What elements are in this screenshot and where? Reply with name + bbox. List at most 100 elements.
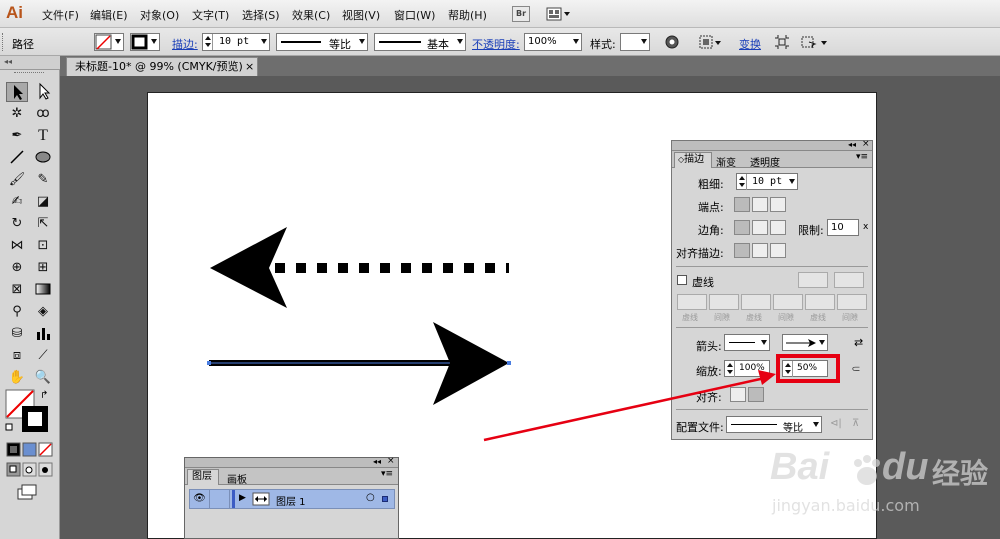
- layer-expand-icon[interactable]: ▶: [239, 493, 246, 503]
- selection-indicator[interactable]: [382, 496, 388, 502]
- dashed-line-checkbox[interactable]: [677, 275, 687, 285]
- lock-toggle[interactable]: [210, 490, 230, 508]
- draw-mode-buttons[interactable]: [6, 462, 54, 478]
- align-dash-button[interactable]: [834, 272, 864, 288]
- end-scale-field[interactable]: 50%: [782, 360, 828, 377]
- mesh-tool-icon[interactable]: ⊠: [6, 280, 28, 300]
- arrange-documents-button[interactable]: [546, 6, 572, 22]
- layers-panel-collapse-icon[interactable]: ◂◂: [373, 457, 381, 466]
- line-tool-icon[interactable]: [6, 148, 28, 168]
- blend-tool-icon[interactable]: ◈: [32, 302, 54, 322]
- dash-field-1[interactable]: [677, 294, 707, 310]
- tab-transparency[interactable]: 透明度: [750, 154, 780, 169]
- type-tool-icon[interactable]: T: [32, 126, 54, 146]
- symbol-sprayer-tool-icon[interactable]: ⛁: [6, 324, 28, 344]
- graphic-style-dropdown[interactable]: [620, 33, 650, 51]
- align-options-button[interactable]: [698, 33, 724, 51]
- scale-tool-icon[interactable]: ⇱: [32, 214, 54, 234]
- solid-arrow-right[interactable]: [207, 322, 511, 405]
- layers-panel-close-icon[interactable]: ×: [387, 456, 395, 466]
- magic-wand-tool-icon[interactable]: ✲: [6, 104, 28, 124]
- miter-join-button[interactable]: [734, 220, 750, 235]
- screen-mode-button[interactable]: [16, 484, 40, 500]
- eyedropper-tool-icon[interactable]: ⚲: [6, 302, 28, 322]
- stroke-link[interactable]: 描边:: [172, 36, 198, 52]
- gap-field-1[interactable]: [709, 294, 739, 310]
- dashed-arrow-left[interactable]: [210, 227, 509, 308]
- preserve-dash-button[interactable]: [798, 272, 828, 288]
- shape-builder-tool-icon[interactable]: ⊕: [6, 258, 28, 278]
- free-transform-tool-icon[interactable]: ⊡: [32, 236, 54, 256]
- gap-field-2[interactable]: [773, 294, 803, 310]
- gap-field-3[interactable]: [837, 294, 867, 310]
- paintbrush-tool-icon[interactable]: 🖌: [6, 170, 28, 190]
- visibility-eye-icon[interactable]: 👁: [190, 490, 210, 508]
- variable-width-profile-dropdown[interactable]: 等比: [276, 33, 368, 51]
- more-options-button[interactable]: [800, 33, 830, 51]
- tab-gradient[interactable]: 渐变: [716, 154, 736, 169]
- end-arrowhead-dropdown[interactable]: [782, 334, 828, 351]
- layer-target-icon[interactable]: ○: [366, 492, 375, 503]
- layers-panel-titlebar[interactable]: ◂◂ ×: [185, 456, 398, 468]
- layers-panel-menu-icon[interactable]: ▾≡: [381, 469, 393, 479]
- menu-select[interactable]: 选择(S): [242, 7, 280, 23]
- round-join-button[interactable]: [752, 220, 768, 235]
- stroke-panel-titlebar[interactable]: ◂◂ ×: [672, 139, 872, 151]
- hand-tool-icon[interactable]: ✋: [6, 368, 28, 388]
- align-center-button[interactable]: [734, 243, 750, 258]
- menu-effect[interactable]: 效果(C): [292, 7, 330, 23]
- menu-view[interactable]: 视图(V): [342, 7, 380, 23]
- tab-artboards[interactable]: 画板: [227, 471, 247, 486]
- link-scale-icon[interactable]: ⸦: [850, 360, 862, 377]
- selection-tool-icon[interactable]: [6, 82, 28, 102]
- pencil-tool-icon[interactable]: ✎: [32, 170, 54, 190]
- direct-selection-tool-icon[interactable]: [32, 82, 54, 102]
- zoom-tool-icon[interactable]: 🔍: [32, 368, 54, 388]
- artboard-tool-icon[interactable]: ⧈: [6, 346, 28, 366]
- recolor-artwork-button[interactable]: [664, 34, 680, 50]
- transform-link[interactable]: 变换: [739, 36, 761, 52]
- start-arrowhead-dropdown[interactable]: [724, 334, 770, 351]
- isolate-group-button[interactable]: [774, 34, 790, 50]
- pen-tool-icon[interactable]: ✒: [6, 126, 28, 146]
- eraser-tool-icon[interactable]: ◪: [32, 192, 54, 212]
- panel-close-icon[interactable]: ×: [862, 139, 870, 149]
- column-graph-tool-icon[interactable]: [32, 324, 54, 344]
- gradient-tool-icon[interactable]: [32, 280, 54, 300]
- tab-stroke[interactable]: ◇描边: [674, 152, 712, 168]
- opacity-field[interactable]: 100%: [524, 33, 582, 51]
- panel-collapse-icon[interactable]: ◂◂: [848, 140, 856, 149]
- stroke-weight-field[interactable]: 10 pt: [202, 33, 270, 51]
- align-inside-button[interactable]: [752, 243, 768, 258]
- anchor-point-start[interactable]: [207, 361, 211, 365]
- opacity-link[interactable]: 不透明度:: [472, 36, 520, 52]
- projecting-cap-button[interactable]: [770, 197, 786, 212]
- ellipse-tool-icon[interactable]: [32, 148, 54, 168]
- menu-help[interactable]: 帮助(H): [448, 7, 487, 23]
- menu-window[interactable]: 窗口(W): [394, 7, 435, 23]
- panel-menu-icon[interactable]: ▾≡: [856, 152, 868, 162]
- flip-across-icon[interactable]: ⊼: [852, 418, 859, 429]
- lasso-tool-icon[interactable]: ꝏ: [32, 104, 54, 124]
- menu-file[interactable]: 文件(F): [42, 7, 79, 23]
- color-mode-buttons[interactable]: [6, 442, 54, 458]
- document-tab[interactable]: 未标题-10* @ 99% (CMYK/预览) ×: [66, 57, 258, 76]
- bridge-button[interactable]: Br: [512, 6, 530, 22]
- bevel-join-button[interactable]: [770, 220, 786, 235]
- brush-definition-dropdown[interactable]: 基本: [374, 33, 466, 51]
- document-close-icon[interactable]: ×: [245, 58, 254, 76]
- weight-field[interactable]: 10 pt: [736, 173, 798, 190]
- butt-cap-button[interactable]: [734, 197, 750, 212]
- stroke-swatch[interactable]: [130, 33, 160, 51]
- fill-stroke-widget[interactable]: ↱: [4, 388, 52, 436]
- menu-object[interactable]: 对象(O): [140, 7, 179, 23]
- limit-field[interactable]: 10: [827, 219, 859, 236]
- width-tool-icon[interactable]: ⋈: [6, 236, 28, 256]
- menu-edit[interactable]: 编辑(E): [90, 7, 128, 23]
- tab-layers[interactable]: 图层: [187, 469, 219, 485]
- fill-swatch[interactable]: [94, 33, 124, 51]
- layer-row[interactable]: 👁 ▶ 图层 1 ○: [189, 489, 395, 509]
- menu-type[interactable]: 文字(T): [192, 7, 229, 23]
- swap-arrowheads-icon[interactable]: ⇄: [854, 336, 863, 349]
- dash-field-2[interactable]: [741, 294, 771, 310]
